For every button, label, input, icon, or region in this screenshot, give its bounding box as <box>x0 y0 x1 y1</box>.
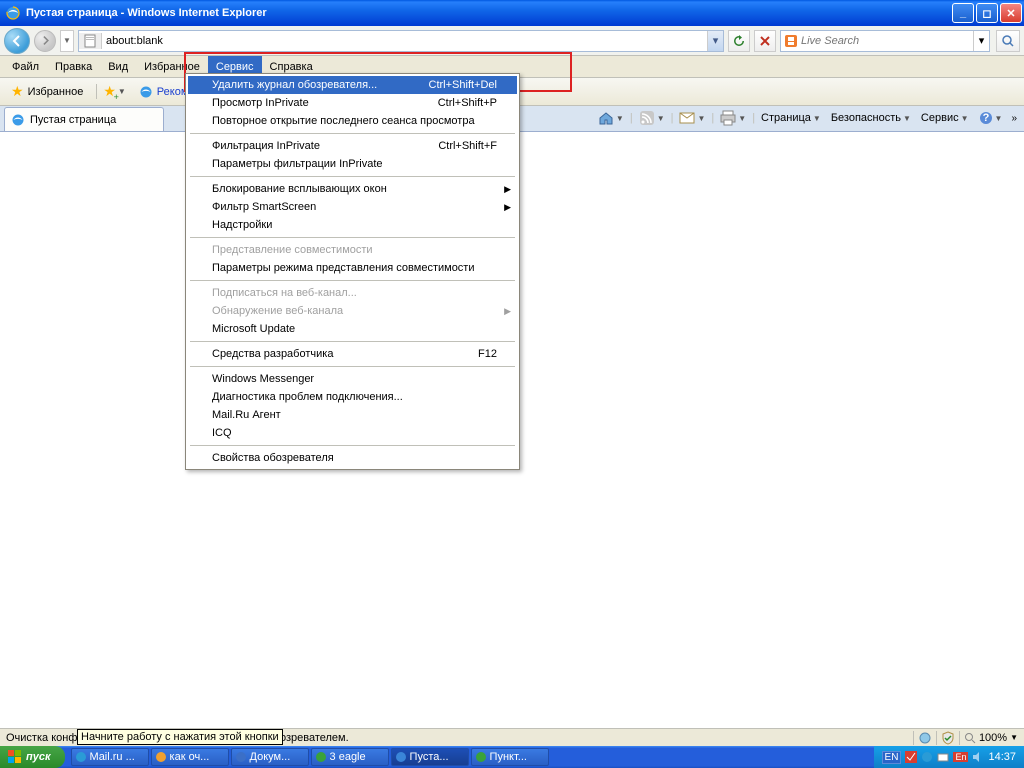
tray-lang-ext[interactable]: En <box>953 752 968 762</box>
address-dropdown[interactable]: ▾ <box>707 31 723 51</box>
menu-item[interactable]: Блокирование всплывающих окон▶ <box>188 180 517 198</box>
tools-dropdown-menu: Удалить журнал обозревателя...Ctrl+Shift… <box>185 73 520 470</box>
home-button[interactable]: ▼ <box>594 108 628 128</box>
address-bar[interactable]: ▾ <box>78 30 724 52</box>
taskbar-task[interactable]: как оч... <box>151 748 229 766</box>
menu-item[interactable]: Microsoft Update <box>188 320 517 338</box>
menu-item[interactable]: Надстройки <box>188 216 517 234</box>
tray-icon[interactable] <box>905 751 917 763</box>
chevrons-icon[interactable]: » <box>1008 113 1020 124</box>
ie-icon <box>11 113 25 127</box>
maximize-button[interactable]: ◻ <box>976 3 998 23</box>
taskbar-task[interactable]: Mail.ru ... <box>71 748 149 766</box>
taskbar: пуск Mail.ru ...как оч...Докум...3 eagle… <box>0 746 1024 768</box>
protected-mode-icon <box>941 731 955 745</box>
tray-icon[interactable] <box>921 751 933 763</box>
menu-item[interactable]: Диагностика проблем подключения... <box>188 388 517 406</box>
windows-logo-icon <box>8 750 22 764</box>
page-menu[interactable]: Страница▼ <box>757 110 825 126</box>
tray-icon[interactable] <box>937 751 949 763</box>
favorites-button[interactable]: ★ Избранное <box>4 80 90 103</box>
menu-view[interactable]: Вид <box>100 56 136 77</box>
feeds-button[interactable]: ▼ <box>635 108 669 128</box>
menu-item: Обнаружение веб-канала▶ <box>188 302 517 320</box>
zoom-level[interactable]: 100% ▼ <box>964 732 1018 744</box>
window-titlebar: Пустая страница - Windows Internet Explo… <box>0 0 1024 26</box>
help-button[interactable]: ?▼ <box>975 109 1007 127</box>
print-button[interactable]: ▼ <box>716 108 750 128</box>
minimize-button[interactable]: _ <box>952 3 974 23</box>
search-provider-icon <box>781 34 801 48</box>
taskbar-tasks: Mail.ru ...как оч...Докум...3 eagleПуста… <box>71 748 549 766</box>
tray-volume-icon[interactable] <box>972 751 984 763</box>
favorites-add-group[interactable]: ★+ ▼ <box>103 83 125 100</box>
clock[interactable]: 14:37 <box>988 751 1016 763</box>
taskbar-task[interactable]: Докум... <box>231 748 309 766</box>
tools-menu[interactable]: Сервис▼ <box>917 110 973 126</box>
menu-item[interactable]: Повторное открытие последнего сеанса про… <box>188 112 517 130</box>
language-indicator[interactable]: EN <box>882 751 902 764</box>
menu-item: Подписаться на веб-канал... <box>188 284 517 302</box>
mail-button[interactable]: ▼ <box>675 108 709 128</box>
search-box[interactable]: ▾ <box>780 30 990 52</box>
refresh-button[interactable] <box>728 30 750 52</box>
page-icon <box>79 33 102 49</box>
taskbar-task[interactable]: Пункт... <box>471 748 549 766</box>
nav-bar: ▼ ▾ ▾ <box>0 26 1024 56</box>
taskbar-task[interactable]: Пуста... <box>391 748 469 766</box>
star-icon: ★ <box>11 83 24 100</box>
favorites-label: Избранное <box>28 86 84 98</box>
menu-item[interactable]: Средства разработчикаF12 <box>188 345 517 363</box>
search-input[interactable] <box>801 35 973 47</box>
ie-icon <box>5 5 21 21</box>
command-bar: ▼ | ▼ | ▼ | ▼ | Страница▼ Безопасность▼ … <box>594 108 1020 128</box>
star-add-icon: ★+ <box>103 83 116 100</box>
menu-item[interactable]: Свойства обозревателя <box>188 449 517 467</box>
search-dropdown[interactable]: ▾ <box>973 31 989 51</box>
window-title: Пустая страница - Windows Internet Explo… <box>26 7 267 19</box>
system-tray: EN En 14:37 <box>874 746 1024 768</box>
menu-item[interactable]: Фильтр SmartScreen▶ <box>188 198 517 216</box>
ie-icon <box>139 85 153 99</box>
taskbar-task[interactable]: 3 eagle <box>311 748 389 766</box>
menu-item[interactable]: Удалить журнал обозревателя...Ctrl+Shift… <box>188 76 517 94</box>
nav-history-dropdown[interactable]: ▼ <box>60 30 74 52</box>
start-button[interactable]: пуск <box>0 746 65 768</box>
tab-title: Пустая страница <box>30 114 116 126</box>
menu-item[interactable]: Параметры режима представления совместим… <box>188 259 517 277</box>
safety-menu[interactable]: Безопасность▼ <box>827 110 915 126</box>
back-button[interactable] <box>4 28 30 54</box>
menu-item[interactable]: Параметры фильтрации InPrivate <box>188 155 517 173</box>
menu-item[interactable]: Просмотр InPrivateCtrl+Shift+P <box>188 94 517 112</box>
search-go-button[interactable] <box>996 30 1020 52</box>
forward-button[interactable] <box>34 30 56 52</box>
browser-tab[interactable]: Пустая страница <box>4 107 164 131</box>
menu-item[interactable]: ICQ <box>188 424 517 442</box>
menu-item[interactable]: Mail.Ru Агент <box>188 406 517 424</box>
svg-text:?: ? <box>982 112 989 124</box>
status-text-left: Очистка конфи <box>0 732 84 744</box>
menu-item: Представление совместимости <box>188 241 517 259</box>
menu-item[interactable]: Фильтрация InPrivateCtrl+Shift+F <box>188 137 517 155</box>
menu-item[interactable]: Windows Messenger <box>188 370 517 388</box>
url-input[interactable] <box>102 31 707 51</box>
internet-zone-icon <box>918 731 932 745</box>
close-button[interactable]: ✕ <box>1000 3 1022 23</box>
start-tooltip: Начните работу с нажатия этой кнопки <box>77 729 283 745</box>
menu-file[interactable]: Файл <box>4 56 47 77</box>
menu-edit[interactable]: Правка <box>47 56 100 77</box>
stop-button[interactable] <box>754 30 776 52</box>
